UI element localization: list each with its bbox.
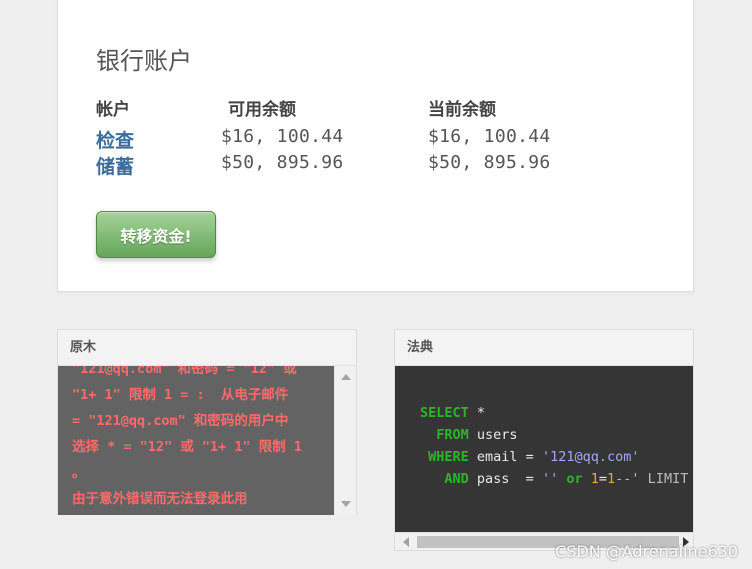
code-panel-title: 法典 xyxy=(395,330,693,366)
sql-keyword-where: WHERE xyxy=(428,449,469,465)
account-link-savings[interactable]: 储蓄 xyxy=(96,152,134,179)
current-balance-value: $50, 895.96 xyxy=(428,152,551,173)
sql-code-body: SELECT * FROM users WHERE email = '121@q… xyxy=(395,366,693,533)
scroll-left-arrow-icon[interactable] xyxy=(403,537,409,547)
scroll-down-arrow-icon[interactable] xyxy=(341,501,351,507)
header-current-balance: 当前余额 xyxy=(428,100,496,120)
account-card: 银行账户 帐户 可用余额 当前余额 检查 $16, 100.44 $16, 10… xyxy=(57,0,694,292)
sql-keyword-or: or xyxy=(566,471,583,487)
header-available-balance: 可用余额 xyxy=(228,100,296,120)
card-title: 银行账户 xyxy=(96,47,192,75)
csdn-watermark: CSDN @Adrenaline630 xyxy=(555,542,738,561)
available-balance-value: $16, 100.44 xyxy=(221,126,344,147)
sql-pass-string: '' xyxy=(541,471,559,487)
raw-log-body: "121@qq.com" 和密码 = "12" 或 "1+ 1" 限制 1 = … xyxy=(58,366,335,515)
vertical-scrollbar[interactable] xyxy=(334,366,356,515)
sql-comment: --' LIMIT 1 xyxy=(615,471,689,487)
raw-log-panel: 原木 "121@qq.com" 和密码 = "12" 或 "1+ 1" 限制 1… xyxy=(57,329,357,515)
sql-code: SELECT * FROM users WHERE email = '121@q… xyxy=(420,402,693,490)
sql-equals: = xyxy=(598,471,608,487)
sql-keyword-select: SELECT xyxy=(420,405,469,421)
scroll-up-arrow-icon[interactable] xyxy=(341,374,351,380)
sql-keyword-and: AND xyxy=(444,471,469,487)
sql-and-rest: pass = xyxy=(468,471,542,487)
code-panel: 法典 SELECT * FROM users WHERE email = '12… xyxy=(394,329,694,551)
raw-log-panel-title: 原木 xyxy=(58,330,356,366)
sql-number: 1 xyxy=(607,471,616,487)
raw-log-text: "121@qq.com" 和密码 = "12" 或 "1+ 1" 限制 1 = … xyxy=(72,366,303,507)
transfer-funds-button[interactable]: 转移资金! xyxy=(96,211,216,258)
sql-email-string: '121@qq.com' xyxy=(541,449,640,465)
sql-number: 1 xyxy=(590,471,599,487)
header-account: 帐户 xyxy=(96,100,130,120)
account-link-checking[interactable]: 检查 xyxy=(96,126,134,153)
sql-select-rest: * xyxy=(468,405,486,421)
current-balance-value: $16, 100.44 xyxy=(428,126,551,147)
account-row: 储蓄 $50, 895.96 $50, 895.96 xyxy=(58,152,693,179)
sql-keyword-from: FROM xyxy=(436,427,469,443)
account-row: 检查 $16, 100.44 $16, 100.44 xyxy=(58,126,693,153)
sql-where-rest: email = xyxy=(468,449,542,465)
available-balance-value: $50, 895.96 xyxy=(221,152,344,173)
sql-from-rest: users xyxy=(468,427,518,443)
